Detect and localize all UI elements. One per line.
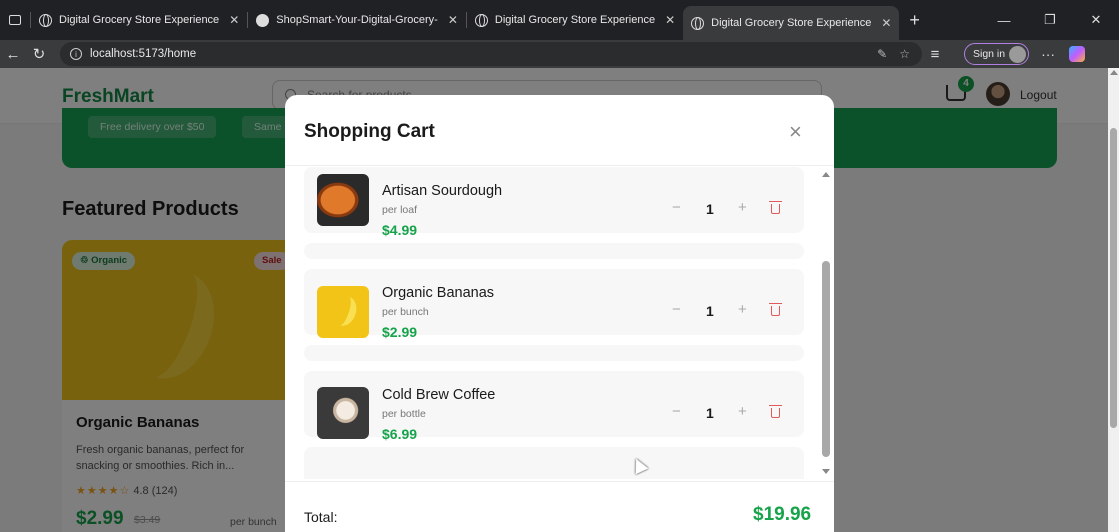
- new-tab-button[interactable]: +: [909, 10, 920, 31]
- delete-icon[interactable]: [769, 201, 782, 214]
- sidebar-icon: [9, 15, 21, 25]
- increase-quantity-button[interactable]: +: [738, 199, 747, 216]
- globe-icon: [691, 16, 705, 30]
- increase-quantity-button[interactable]: +: [738, 301, 747, 318]
- item-unit: per loaf: [382, 204, 418, 216]
- decrease-quantity-button[interactable]: −: [672, 301, 681, 318]
- close-icon[interactable]: ×: [789, 119, 802, 145]
- cart-item-partial: [304, 447, 804, 479]
- restore-icon[interactable]: ❐: [1027, 12, 1073, 28]
- browser-tab-strip: Digital Grocery Store Experience ✕ ShopS…: [0, 0, 1119, 40]
- profile-avatar-icon: [1009, 45, 1027, 63]
- page-scrollbar[interactable]: [1108, 68, 1119, 532]
- close-tab-icon[interactable]: ✕: [448, 13, 458, 27]
- cart-list-scrollbar[interactable]: [821, 167, 831, 479]
- browser-tab-4-active[interactable]: Digital Grocery Store Experience ✕: [683, 6, 900, 40]
- increase-quantity-button[interactable]: +: [738, 403, 747, 420]
- item-thumbnail: [317, 174, 369, 226]
- close-window-icon[interactable]: ✕: [1073, 12, 1119, 28]
- github-icon: [256, 13, 270, 27]
- item-price: $6.99: [382, 426, 418, 442]
- collections-icon[interactable]: ≡: [922, 46, 948, 63]
- tab-title: Digital Grocery Store Experience: [494, 14, 656, 26]
- web-page: FreshMart Search for products 4 Logout F…: [0, 68, 1108, 532]
- item-name: Artisan Sourdough: [382, 183, 503, 199]
- total-label: Total:: [304, 509, 338, 525]
- cart-item-list[interactable]: Artisan Sourdough per loaf $4.99 − 1 + O…: [304, 167, 804, 479]
- sign-in-label: Sign in: [973, 48, 1006, 60]
- cart-item-spacer: [304, 243, 804, 259]
- item-price: $4.99: [382, 222, 418, 238]
- url-field[interactable]: i localhost:5173/home ✎ ☆: [60, 42, 922, 66]
- more-menu-button[interactable]: ···: [1041, 46, 1055, 62]
- tab-title: ShopSmart-Your-Digital-Grocery-: [276, 14, 438, 26]
- close-tab-icon[interactable]: ✕: [665, 13, 675, 27]
- decrease-quantity-button[interactable]: −: [672, 199, 681, 216]
- tab-actions-button[interactable]: [0, 0, 30, 40]
- close-tab-icon[interactable]: ✕: [881, 16, 891, 30]
- item-unit: per bunch: [382, 306, 429, 318]
- scroll-down-icon[interactable]: [822, 469, 830, 474]
- tab-title: Digital Grocery Store Experience: [59, 14, 220, 26]
- total-value: $19.96: [753, 504, 812, 525]
- item-thumbnail: [317, 387, 369, 439]
- scrollbar-thumb[interactable]: [822, 261, 830, 457]
- item-price: $2.99: [382, 324, 418, 340]
- decrease-quantity-button[interactable]: −: [672, 403, 681, 420]
- window-controls: — ❐ ✕: [981, 0, 1119, 40]
- item-unit: per bottle: [382, 408, 426, 420]
- quantity-value: 1: [706, 303, 714, 319]
- back-arrow-icon[interactable]: ←: [0, 46, 26, 63]
- divider: [285, 165, 834, 166]
- cart-item: Cold Brew Coffee per bottle $6.99 − 1 +: [304, 371, 804, 442]
- minimize-icon[interactable]: —: [981, 13, 1027, 28]
- globe-icon: [39, 13, 52, 27]
- site-info-icon[interactable]: i: [70, 48, 82, 60]
- shopping-cart-modal: Shopping Cart × Artisan Sourdough per lo…: [285, 95, 834, 532]
- scrollbar-thumb[interactable]: [1110, 128, 1117, 428]
- delete-icon[interactable]: [769, 405, 782, 418]
- item-name: Cold Brew Coffee: [382, 387, 496, 403]
- read-aloud-icon[interactable]: ✎: [877, 47, 887, 61]
- scroll-up-icon[interactable]: [822, 172, 830, 177]
- browser-tab-3[interactable]: Digital Grocery Store Experience ✕: [467, 0, 683, 40]
- item-thumbnail: [317, 286, 369, 338]
- quantity-value: 1: [706, 201, 714, 217]
- cart-item-spacer: [304, 345, 804, 361]
- favorite-star-icon[interactable]: ☆: [899, 47, 910, 61]
- tab-title: Digital Grocery Store Experience: [711, 17, 872, 29]
- divider: [285, 481, 834, 482]
- reload-icon[interactable]: ↻: [26, 45, 52, 63]
- address-bar-row: ← ↻ i localhost:5173/home ✎ ☆ ≡ Sign in …: [0, 40, 1119, 68]
- browser-tab-2[interactable]: ShopSmart-Your-Digital-Grocery- ✕: [248, 0, 466, 40]
- quantity-value: 1: [706, 405, 714, 421]
- cart-item: Organic Bananas per bunch $2.99 − 1 +: [304, 269, 804, 340]
- copilot-icon[interactable]: [1069, 46, 1086, 62]
- close-tab-icon[interactable]: ✕: [229, 13, 239, 27]
- delete-icon[interactable]: [769, 303, 782, 316]
- cart-item: Artisan Sourdough per loaf $4.99 − 1 +: [304, 167, 804, 238]
- scroll-up-icon[interactable]: [1110, 70, 1118, 75]
- modal-title: Shopping Cart: [304, 121, 435, 142]
- item-name: Organic Bananas: [382, 285, 495, 301]
- browser-tab-1[interactable]: Digital Grocery Store Experience ✕: [31, 0, 247, 40]
- url-text: localhost:5173/home: [90, 48, 197, 60]
- globe-icon: [474, 13, 488, 27]
- sign-in-button[interactable]: Sign in: [964, 43, 1030, 65]
